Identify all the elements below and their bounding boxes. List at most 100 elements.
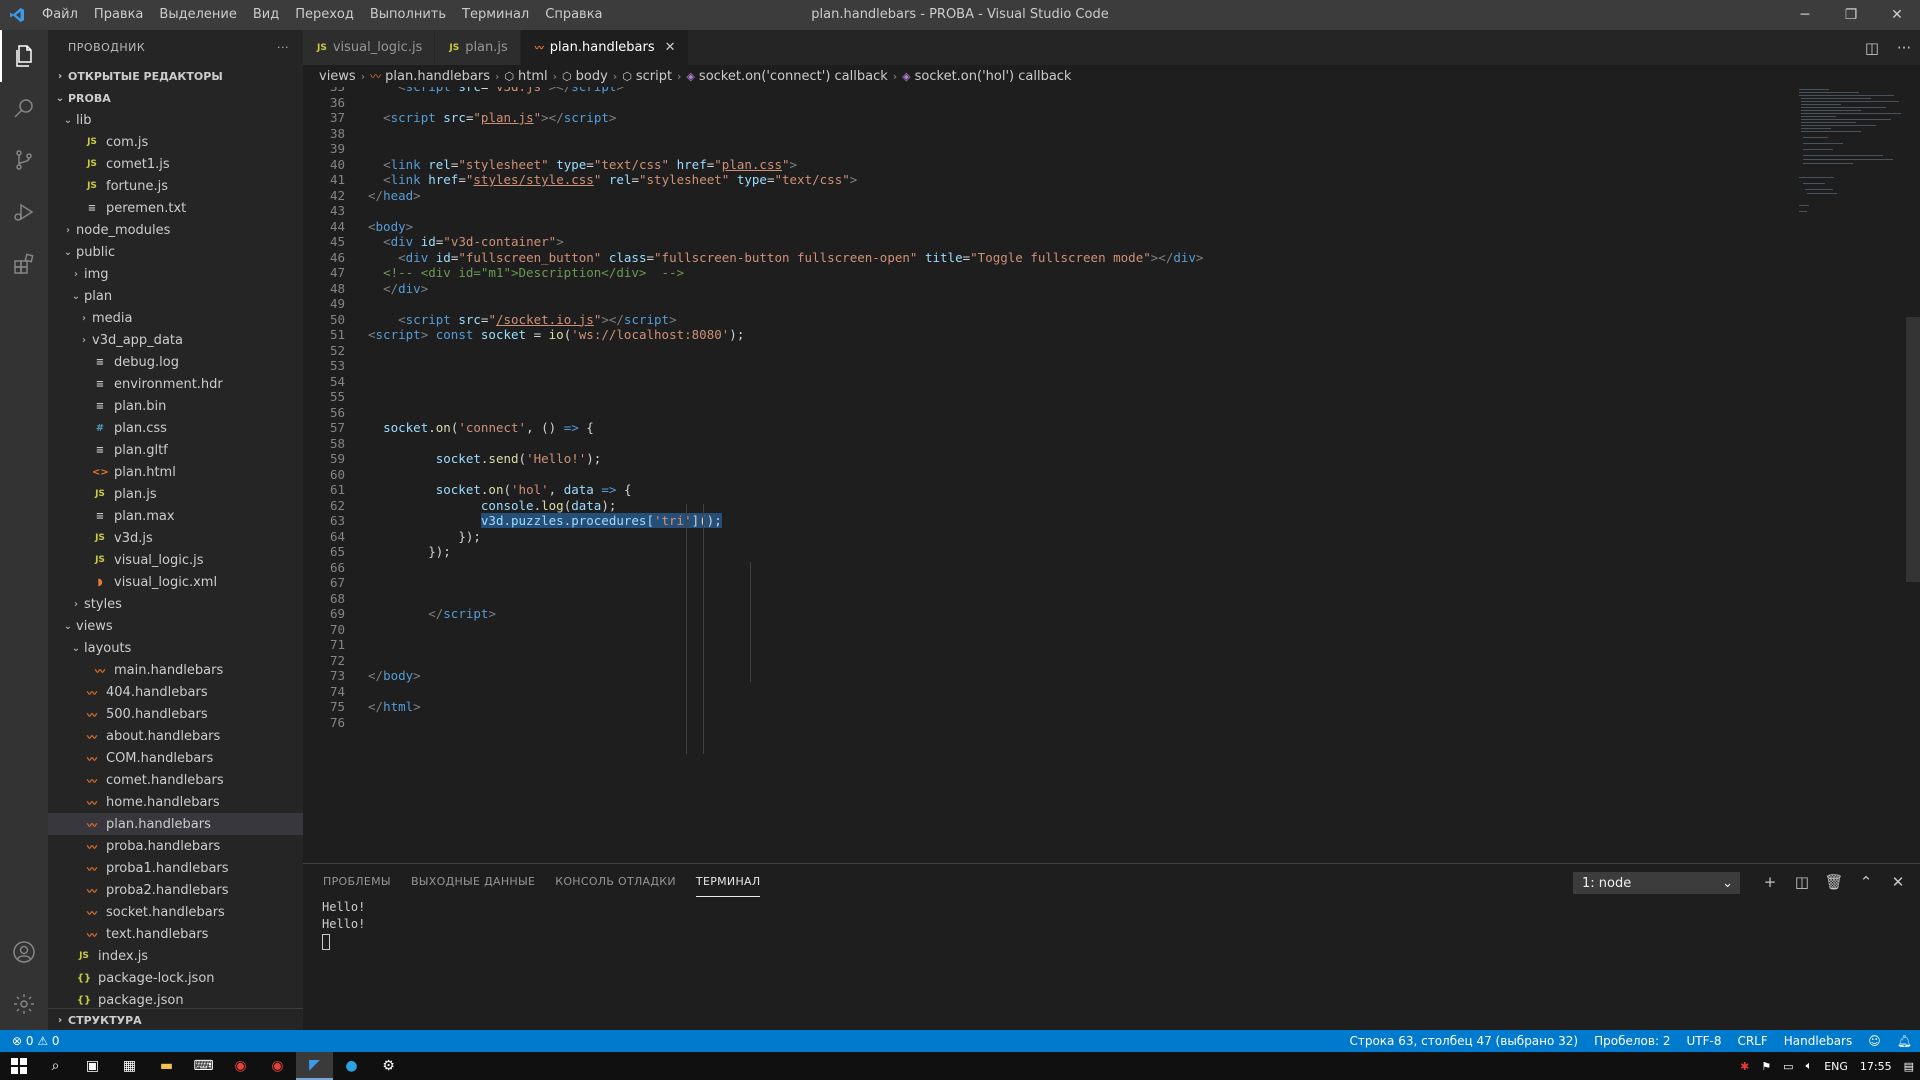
tree-file[interactable]: JS plan.js <box>48 483 303 505</box>
split-editor-icon[interactable]: ◫ <box>1856 39 1888 57</box>
extensions-icon[interactable] <box>0 238 48 290</box>
tree-file[interactable]: JS v3d.js <box>48 527 303 549</box>
action-center-icon[interactable]: ▤ <box>1904 1060 1914 1073</box>
tree-file[interactable]: JS fortune.js <box>48 175 303 197</box>
tree-file[interactable]: 〰 text.handlebars <box>48 923 303 945</box>
tree-folder[interactable]: › v3d_app_data <box>48 329 303 351</box>
tree-file[interactable]: 〰 404.handlebars <box>48 681 303 703</box>
language-mode[interactable]: Handlebars <box>1784 1034 1852 1048</box>
tree-file[interactable]: # plan.css <box>48 417 303 439</box>
keyboard-icon[interactable]: ⌨ <box>185 1052 222 1080</box>
search-icon[interactable] <box>0 82 48 134</box>
more-actions-icon[interactable]: ··· <box>1888 39 1920 57</box>
breadcrumb-item[interactable]: plan.handlebars <box>385 69 490 84</box>
run-debug-icon[interactable] <box>0 186 48 238</box>
project-root-section[interactable]: ⌄ PROBA <box>48 87 303 109</box>
close-tab-icon[interactable]: ✕ <box>665 40 676 55</box>
panel-tab[interactable]: ВЫХОДНЫЕ ДАННЫЕ <box>411 867 535 896</box>
search-icon[interactable]: ⌕ <box>37 1052 74 1080</box>
close-panel-icon[interactable]: ✕ <box>1882 870 1914 894</box>
breadcrumb-item[interactable]: socket.on('connect') callback <box>699 69 888 84</box>
new-terminal-icon[interactable]: + <box>1754 870 1786 894</box>
tray-app-icon[interactable]: ✱ <box>1740 1060 1749 1073</box>
source-control-icon[interactable] <box>0 134 48 186</box>
vscode-taskbar-icon[interactable]: ◤ <box>296 1052 333 1080</box>
tree-file[interactable]: 〰 500.handlebars <box>48 703 303 725</box>
menu-item[interactable]: Терминал <box>454 0 537 30</box>
app-icon[interactable]: ⚙ <box>370 1052 407 1080</box>
tree-file[interactable]: 〰 COM.handlebars <box>48 747 303 769</box>
minimize-button[interactable]: ─ <box>1782 0 1828 30</box>
tree-file[interactable]: JS visual_logic.js <box>48 549 303 571</box>
scrollbar-thumb[interactable] <box>1906 317 1920 582</box>
panel-tab[interactable]: ПРОБЛЕМЫ <box>323 867 391 896</box>
breadcrumb-item[interactable]: script <box>636 69 672 84</box>
notifications-bell-icon[interactable]: 🔔︎ <box>1897 1034 1912 1048</box>
tree-file[interactable]: ≡ debug.log <box>48 351 303 373</box>
terminal-output[interactable]: Hello! Hello! <box>303 899 1920 950</box>
settings-gear-icon[interactable] <box>0 978 48 1030</box>
tree-file[interactable]: 〰 proba.handlebars <box>48 835 303 857</box>
editor-tab[interactable]: JS visual_logic.js <box>303 30 436 65</box>
tree-folder[interactable]: ⌄ lib <box>48 109 303 131</box>
explorer-icon[interactable] <box>0 30 48 82</box>
menu-item[interactable]: Выделение <box>151 0 244 30</box>
tree-folder[interactable]: ⌄ views <box>48 615 303 637</box>
tree-file[interactable]: ≡ peremen.txt <box>48 197 303 219</box>
volume-icon[interactable]: 🔈︎ <box>1806 1059 1813 1073</box>
tree-file[interactable]: {} package-lock.json <box>48 967 303 989</box>
tree-folder[interactable]: › node_modules <box>48 219 303 241</box>
menu-item[interactable]: Выполнить <box>362 0 454 30</box>
editor-tab[interactable]: JS plan.js <box>435 30 521 65</box>
code-editor[interactable]: 35 <script src="v3d.js"></script>3637 <s… <box>303 87 1920 863</box>
tree-file[interactable]: 〰 home.handlebars <box>48 791 303 813</box>
tree-file[interactable]: ≡ environment.hdr <box>48 373 303 395</box>
tree-file[interactable]: 〰 plan.handlebars <box>48 813 303 835</box>
outline-section[interactable]: › СТРУКТУРА <box>48 1008 303 1030</box>
chrome-icon[interactable]: ◉ <box>222 1052 259 1080</box>
tree-folder[interactable]: › img <box>48 263 303 285</box>
task-view-icon[interactable]: ▣ <box>74 1052 111 1080</box>
tree-folder[interactable]: ⌄ public <box>48 241 303 263</box>
cursor-position[interactable]: Строка 63, столбец 47 (выбрано 32) <box>1349 1034 1578 1048</box>
end-of-line[interactable]: CRLF <box>1737 1034 1767 1048</box>
tree-file[interactable]: <> plan.html <box>48 461 303 483</box>
encoding[interactable]: UTF-8 <box>1686 1034 1721 1048</box>
restore-button[interactable]: ❐ <box>1828 0 1874 30</box>
clock[interactable]: 17:55 <box>1860 1060 1892 1073</box>
tree-folder[interactable]: › media <box>48 307 303 329</box>
tree-file[interactable]: JS comet1.js <box>48 153 303 175</box>
tree-file[interactable]: 〰 socket.handlebars <box>48 901 303 923</box>
file-explorer-icon[interactable]: ▬ <box>148 1052 185 1080</box>
tree-file[interactable]: 〰 proba1.handlebars <box>48 857 303 879</box>
tree-file[interactable]: ≡ plan.max <box>48 505 303 527</box>
chrome-icon[interactable]: ◉ <box>259 1052 296 1080</box>
menu-item[interactable]: Справка <box>537 0 610 30</box>
problems-indicator[interactable]: ⊗ 0 ⚠ 0 <box>12 1034 60 1048</box>
feedback-icon[interactable]: ☺ <box>1868 1034 1881 1048</box>
menu-item[interactable]: Вид <box>245 0 287 30</box>
open-editors-section[interactable]: › ОТКРЫТЫЕ РЕДАКТОРЫ <box>48 65 303 87</box>
tree-file[interactable]: 〰 main.handlebars <box>48 659 303 681</box>
tree-file[interactable]: ≡ plan.bin <box>48 395 303 417</box>
network-icon[interactable]: ⚑ <box>1761 1060 1771 1073</box>
menu-item[interactable]: Переход <box>287 0 362 30</box>
editor-tab[interactable]: 〰 plan.handlebars ✕ <box>520 30 689 65</box>
tree-file[interactable]: 〰 about.handlebars <box>48 725 303 747</box>
panel-tab[interactable]: ТЕРМИНАЛ <box>695 867 761 897</box>
windows-start-icon[interactable] <box>0 1052 37 1080</box>
menu-item[interactable]: Правка <box>86 0 151 30</box>
menu-item[interactable]: Файл <box>34 0 86 30</box>
tree-folder[interactable]: ⌄ layouts <box>48 637 303 659</box>
vertical-scrollbar[interactable] <box>1906 87 1920 863</box>
tree-folder[interactable]: › styles <box>48 593 303 615</box>
indentation[interactable]: Пробелов: 2 <box>1594 1034 1670 1048</box>
trash-icon[interactable]: 🗑 <box>1818 870 1850 894</box>
split-terminal-icon[interactable]: ◫ <box>1786 870 1818 894</box>
accounts-icon[interactable] <box>0 926 48 978</box>
terminal-select[interactable]: 1: node ⌄ <box>1573 872 1740 894</box>
tree-folder[interactable]: ⌄ plan <box>48 285 303 307</box>
tree-file[interactable]: ◗ visual_logic.xml <box>48 571 303 593</box>
close-window-button[interactable]: ✕ <box>1874 0 1920 30</box>
input-language[interactable]: ENG <box>1824 1060 1848 1073</box>
